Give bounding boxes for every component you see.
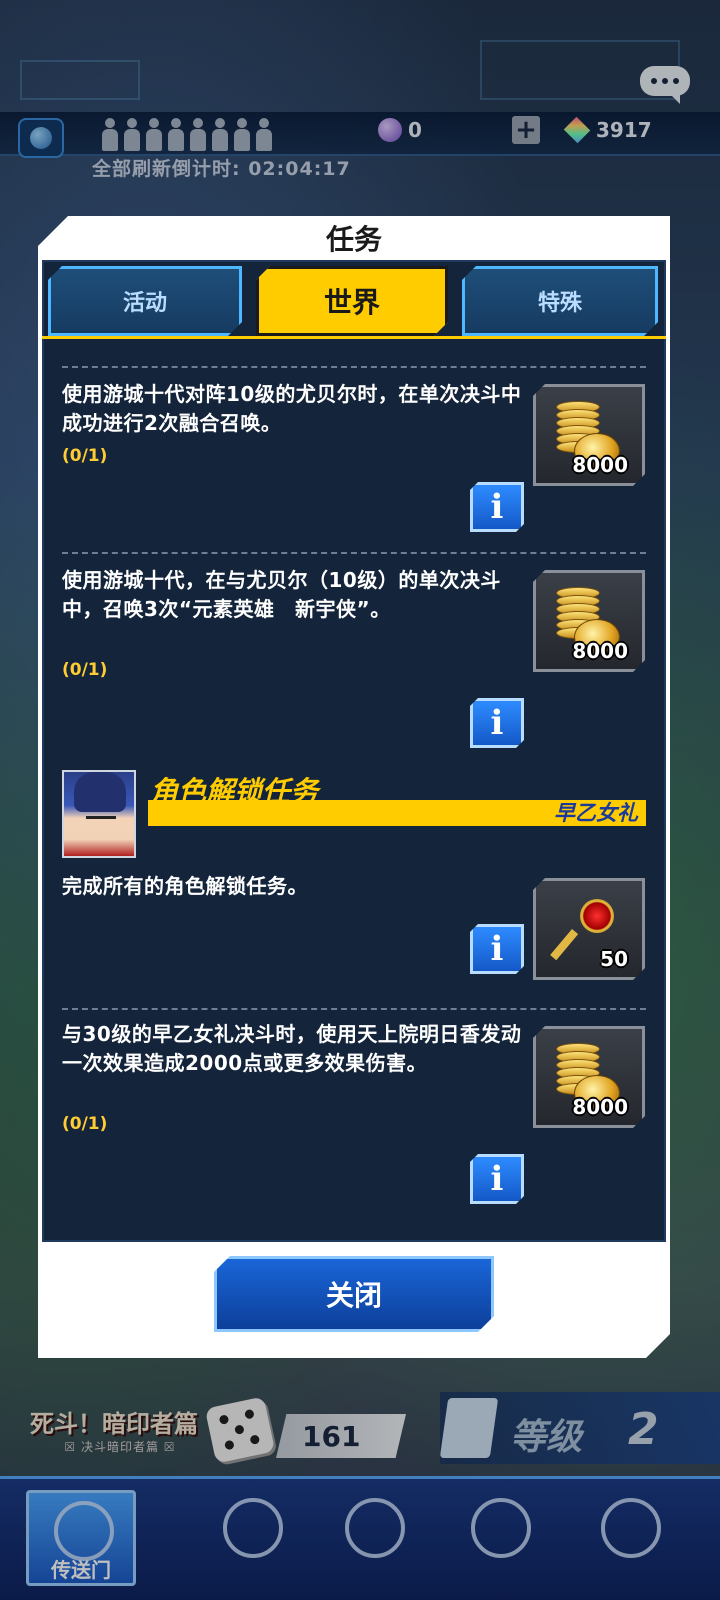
- ruby-key-icon: [566, 893, 616, 953]
- tab-world[interactable]: 世界: [256, 266, 448, 336]
- reward-amount: 8000: [572, 639, 628, 663]
- tab-activity[interactable]: 活动: [48, 266, 242, 336]
- close-button-label: 关闭: [325, 1279, 382, 1312]
- tab-world-label: 世界: [323, 286, 380, 319]
- character-avatar: [62, 770, 136, 858]
- mission-progress: (0/1): [62, 660, 108, 680]
- mission-divider: [62, 366, 646, 368]
- mission-reward[interactable]: 8000: [533, 384, 645, 486]
- mission-reward[interactable]: 50: [533, 878, 645, 980]
- modal-title: 任务: [325, 223, 382, 256]
- reward-amount: 8000: [572, 1095, 628, 1119]
- mission-description: 完成所有的角色解锁任务。: [62, 874, 308, 898]
- tab-special[interactable]: 特殊: [462, 266, 658, 336]
- tab-underline: [42, 336, 666, 339]
- mission-description: 使用游城十代对阵10级的尤贝尔时，在单次决斗中成功进行2次融合召唤。: [62, 382, 522, 435]
- mission-progress: (0/1): [62, 1114, 108, 1134]
- character-name-bar: 早乙女礼: [148, 800, 646, 826]
- mission-description: 与30级的早乙女礼决斗时，使用天上院明日香发动一次效果造成2000点或更多效果伤…: [62, 1022, 522, 1075]
- mission-divider: [62, 552, 646, 554]
- reward-amount: 8000: [572, 453, 628, 477]
- reward-amount: 50: [600, 947, 628, 971]
- info-button[interactable]: i: [470, 1154, 524, 1204]
- info-button[interactable]: i: [470, 482, 524, 532]
- character-unlock-header: 角色解锁任务 早乙女礼: [62, 770, 646, 860]
- close-button[interactable]: 关闭: [214, 1256, 494, 1332]
- info-button[interactable]: i: [470, 924, 524, 974]
- mission-progress: (0/1): [62, 446, 108, 466]
- info-button[interactable]: i: [470, 698, 524, 748]
- mission-description: 使用游城十代，在与尤贝尔（10级）的单次决斗中，召唤3次“元素英雄 新宇侠”。: [62, 568, 501, 621]
- mission-reward[interactable]: 8000: [533, 1026, 645, 1128]
- tab-special-label: 特殊: [537, 291, 582, 316]
- mission-divider: [62, 1008, 646, 1010]
- mission-reward[interactable]: 8000: [533, 570, 645, 672]
- tab-activity-label: 活动: [122, 291, 167, 316]
